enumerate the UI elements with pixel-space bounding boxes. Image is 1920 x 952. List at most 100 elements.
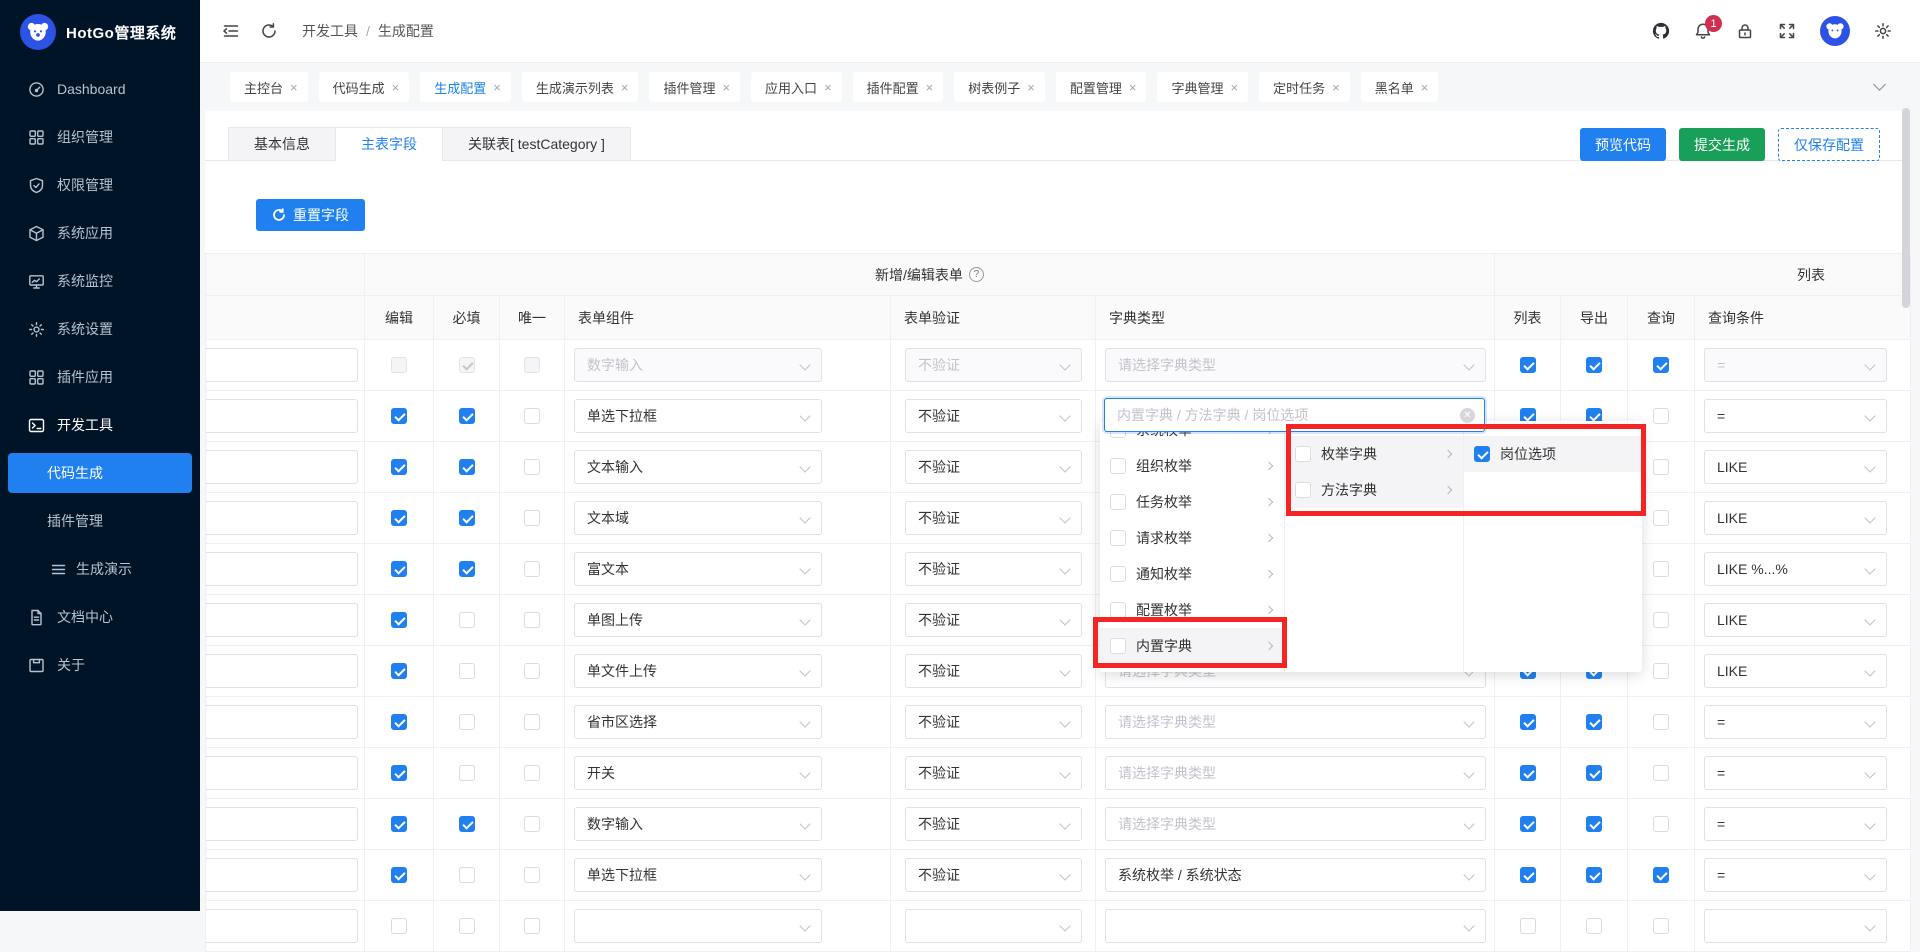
vertical-scrollbar-thumb[interactable] <box>1902 108 1910 308</box>
close-icon[interactable]: × <box>1421 80 1429 95</box>
field-name-input[interactable] <box>206 654 358 688</box>
cascader-option-任务枚举[interactable]: 任务枚举 <box>1100 484 1284 520</box>
close-icon[interactable]: × <box>824 80 832 95</box>
field-name-input[interactable] <box>206 705 358 739</box>
option-checkbox[interactable] <box>1474 446 1490 462</box>
edit-checkbox[interactable] <box>391 867 407 883</box>
query-checkbox[interactable] <box>1653 663 1669 679</box>
form-validation-select[interactable]: 不验证 <box>905 654 1082 688</box>
export-checkbox[interactable] <box>1586 357 1602 373</box>
field-name-input[interactable] <box>206 552 358 586</box>
tab-chip-黑名单[interactable]: 黑名单× <box>1361 72 1439 102</box>
tab-基本信息[interactable]: 基本信息 <box>228 127 335 161</box>
cascader-option-请求枚举[interactable]: 请求枚举 <box>1100 520 1284 556</box>
form-component-select[interactable]: 单选下拉框 <box>574 399 822 433</box>
form-component-select[interactable]: 文本输入 <box>574 450 822 484</box>
edit-checkbox[interactable] <box>391 612 407 628</box>
reset-fields-button[interactable]: 重置字段 <box>256 199 365 231</box>
list-checkbox[interactable] <box>1520 765 1536 781</box>
field-name-input[interactable] <box>206 348 358 382</box>
required-checkbox[interactable] <box>459 663 475 679</box>
edit-checkbox[interactable] <box>391 765 407 781</box>
export-checkbox[interactable] <box>1586 765 1602 781</box>
sidebar-item-系统监控[interactable]: 系统监控 <box>0 257 200 305</box>
unique-checkbox[interactable] <box>524 663 540 679</box>
form-validation-select[interactable]: 不验证 <box>905 705 1082 739</box>
form-component-select[interactable]: 文本域 <box>574 501 822 535</box>
export-checkbox[interactable] <box>1586 714 1602 730</box>
form-component-select[interactable]: 开关 <box>574 756 822 790</box>
sidebar-item-生成演示[interactable]: 生成演示 <box>0 545 200 593</box>
cascader-option-岗位选项[interactable]: 岗位选项 <box>1464 436 1642 472</box>
close-icon[interactable]: × <box>621 80 629 95</box>
tab-chip-代码生成[interactable]: 代码生成× <box>319 72 410 102</box>
option-checkbox[interactable] <box>1110 458 1126 474</box>
required-checkbox[interactable] <box>459 612 475 628</box>
form-validation-select[interactable] <box>905 909 1082 943</box>
query-condition-select[interactable]: LIKE %...% <box>1704 552 1887 586</box>
form-component-select[interactable]: 单图上传 <box>574 603 822 637</box>
close-icon[interactable]: × <box>1129 80 1137 95</box>
dict-type-select[interactable]: 系统枚举 / 系统状态 <box>1105 858 1486 892</box>
unique-checkbox[interactable] <box>524 408 540 424</box>
required-checkbox[interactable] <box>459 918 475 934</box>
dict-type-select[interactable] <box>1105 909 1486 943</box>
query-condition-select[interactable]: = <box>1704 756 1887 790</box>
tab-chip-插件管理[interactable]: 插件管理× <box>649 72 740 102</box>
sidebar-item-插件应用[interactable]: 插件应用 <box>0 353 200 401</box>
sidebar-item-系统设置[interactable]: 系统设置 <box>0 305 200 353</box>
field-name-input[interactable] <box>206 858 358 892</box>
query-condition-select[interactable]: = <box>1704 348 1887 382</box>
sidebar-item-文档中心[interactable]: 文档中心 <box>0 593 200 641</box>
sidebar-item-组织管理[interactable]: 组织管理 <box>0 113 200 161</box>
form-component-select[interactable]: 单文件上传 <box>574 654 822 688</box>
query-checkbox[interactable] <box>1653 408 1669 424</box>
dict-type-select[interactable]: 请选择字典类型 <box>1105 756 1486 790</box>
unique-checkbox[interactable] <box>524 510 540 526</box>
dict-type-select[interactable]: 请选择字典类型 <box>1105 348 1486 382</box>
sidebar-item-插件管理[interactable]: 插件管理 <box>0 497 200 545</box>
tab-chip-字典管理[interactable]: 字典管理× <box>1157 72 1248 102</box>
edit-checkbox[interactable] <box>391 408 407 424</box>
option-checkbox[interactable] <box>1295 482 1311 498</box>
tab-主表字段[interactable]: 主表字段 <box>335 127 442 162</box>
sidebar-item-Dashboard[interactable]: Dashboard <box>0 65 200 113</box>
query-checkbox[interactable] <box>1653 714 1669 730</box>
settings-gear-icon[interactable] <box>1874 22 1892 40</box>
form-validation-select[interactable]: 不验证 <box>905 756 1082 790</box>
required-checkbox[interactable] <box>459 408 475 424</box>
query-condition-select[interactable]: = <box>1704 399 1887 433</box>
field-name-input[interactable] <box>206 450 358 484</box>
close-icon[interactable]: × <box>1332 80 1340 95</box>
list-checkbox[interactable] <box>1520 918 1536 934</box>
cascader-option-方法字典[interactable]: 方法字典 <box>1285 472 1463 508</box>
edit-checkbox[interactable] <box>391 918 407 934</box>
tab-chip-生成演示列表[interactable]: 生成演示列表× <box>522 72 639 102</box>
list-checkbox[interactable] <box>1520 357 1536 373</box>
cascader-option-组织枚举[interactable]: 组织枚举 <box>1100 448 1284 484</box>
dict-type-select[interactable]: 请选择字典类型 <box>1105 705 1486 739</box>
required-checkbox[interactable] <box>459 459 475 475</box>
query-condition-select[interactable]: = <box>1704 807 1887 841</box>
tab-chip-主控台[interactable]: 主控台× <box>230 72 308 102</box>
close-icon[interactable]: × <box>392 80 400 95</box>
form-validation-select[interactable]: 不验证 <box>905 501 1082 535</box>
tab-chip-插件配置[interactable]: 插件配置× <box>853 72 944 102</box>
form-validation-select[interactable]: 不验证 <box>905 399 1082 433</box>
form-validation-select[interactable]: 不验证 <box>905 348 1082 382</box>
cascader-option-配置枚举[interactable]: 配置枚举 <box>1100 592 1284 628</box>
form-component-select[interactable]: 数字输入 <box>574 807 822 841</box>
option-checkbox[interactable] <box>1110 494 1126 510</box>
field-name-input[interactable] <box>206 399 358 433</box>
query-condition-select[interactable]: LIKE <box>1704 450 1887 484</box>
close-icon[interactable]: × <box>1027 80 1035 95</box>
tab-chip-生成配置[interactable]: 生成配置× <box>420 72 511 102</box>
close-icon[interactable]: × <box>1231 80 1239 95</box>
form-component-select[interactable] <box>574 909 822 943</box>
edit-checkbox[interactable] <box>391 561 407 577</box>
tab-chip-应用入口[interactable]: 应用入口× <box>751 72 842 102</box>
refresh-icon[interactable] <box>260 22 278 40</box>
query-condition-select[interactable] <box>1704 909 1887 943</box>
query-condition-select[interactable]: = <box>1704 705 1887 739</box>
required-checkbox[interactable] <box>459 561 475 577</box>
